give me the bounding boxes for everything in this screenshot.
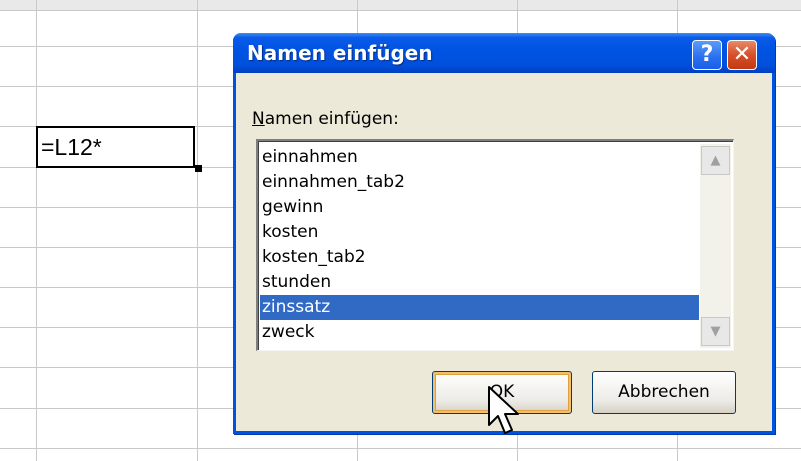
list-item[interactable]: stunden	[260, 270, 699, 295]
dialog-titlebar[interactable]: Namen einfügen ? ✕	[233, 33, 775, 73]
list-item[interactable]: kosten_tab2	[260, 245, 699, 270]
mouse-pointer-icon	[488, 386, 519, 434]
list-item[interactable]: gewinn	[260, 195, 699, 220]
dialog-title: Namen einfügen	[247, 41, 433, 65]
question-mark-icon: ?	[700, 42, 714, 67]
arrow-down-icon: ▼	[710, 324, 721, 339]
close-button[interactable]: ✕	[727, 40, 757, 70]
arrow-up-icon: ▲	[710, 153, 721, 168]
close-icon: ✕	[732, 42, 752, 67]
names-list-label-text: amen einfügen:	[264, 109, 399, 129]
grid-column-line	[36, 0, 37, 461]
list-item[interactable]: einnahmen_tab2	[260, 170, 699, 195]
list-item[interactable]: zinssatz	[260, 295, 699, 320]
list-item[interactable]: einnahmen	[260, 145, 699, 170]
names-list-label-accelerator: N	[252, 109, 265, 129]
scroll-down-button[interactable]: ▼	[701, 317, 730, 346]
names-listbox[interactable]: einnahmen einnahmen_tab2 gewinn kosten koste…	[256, 139, 734, 351]
names-list-label: Namen einfügen:	[252, 109, 399, 129]
list-item[interactable]: kosten	[260, 220, 699, 245]
active-cell[interactable]: =L12*	[36, 126, 195, 168]
insert-name-dialog: Namen einfügen ? ✕ Namen einfügen: einna…	[233, 33, 775, 434]
help-button[interactable]: ?	[692, 40, 722, 70]
active-cell-value: =L12*	[41, 134, 102, 160]
fill-handle[interactable]	[195, 165, 202, 172]
scroll-up-button[interactable]: ▲	[701, 146, 730, 175]
names-list-items: einnahmen einnahmen_tab2 gewinn kosten koste…	[260, 145, 699, 345]
column-header-strip	[0, 0, 801, 11]
list-item[interactable]: zweck	[260, 320, 699, 345]
listbox-scrollbar[interactable]: ▲ ▼	[700, 144, 731, 348]
grid-row-line	[0, 448, 801, 449]
cancel-button[interactable]: Abbrechen	[592, 371, 736, 414]
grid-column-line	[197, 0, 198, 461]
